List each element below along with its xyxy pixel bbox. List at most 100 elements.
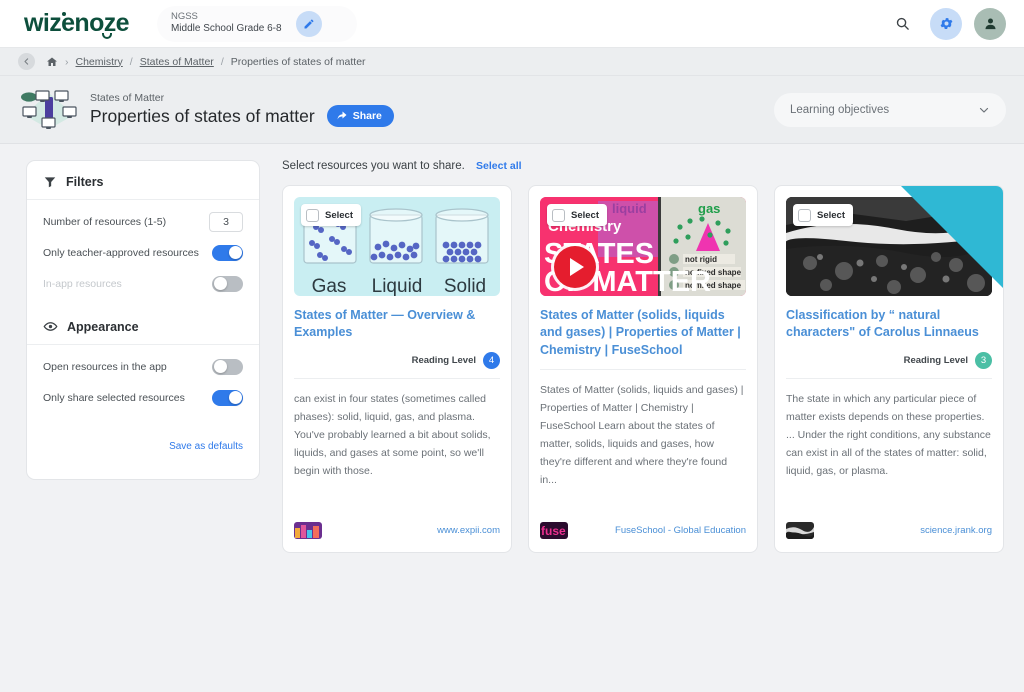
divider xyxy=(540,368,746,370)
edit-curriculum-button[interactable] xyxy=(295,10,322,37)
filter-number-label: Number of resources (1-5) xyxy=(43,215,167,228)
select-label: Select xyxy=(325,209,353,221)
home-icon[interactable] xyxy=(46,56,58,68)
share-button-label: Share xyxy=(352,110,382,122)
card-footer: science.jrank.org xyxy=(786,508,992,539)
appearance-open-in-app: Open resources in the app xyxy=(43,351,243,382)
breadcrumb-item-states-of-matter[interactable]: States of Matter xyxy=(140,56,214,68)
curriculum-level: Middle School Grade 6-8 xyxy=(170,23,282,35)
topbar-actions xyxy=(886,7,1006,40)
title-band: States of Matter Properties of states of… xyxy=(0,76,1024,144)
divider xyxy=(27,344,259,345)
card-title[interactable]: States of Matter — Overview & Examples xyxy=(294,307,500,342)
svg-text:not rigid: not rigid xyxy=(685,255,717,264)
eye-icon xyxy=(43,322,58,331)
card-footer: www.expii.com xyxy=(294,508,500,539)
back-arrow-icon xyxy=(24,58,29,65)
reading-level-badge: 4 xyxy=(483,351,500,369)
breadcrumb-item-chemistry[interactable]: Chemistry xyxy=(76,56,123,68)
results-heading: Select resources you want to share. Sele… xyxy=(282,160,1006,172)
filters-title: Filters xyxy=(66,175,104,189)
divider xyxy=(27,199,259,200)
reading-level-label: Reading Level xyxy=(903,354,968,366)
select-label: Select xyxy=(817,209,845,221)
teacher-approved-toggle[interactable] xyxy=(212,244,243,261)
source-url[interactable]: FuseSchool - Global Education xyxy=(615,525,746,536)
page-title: Properties of states of matter xyxy=(90,105,315,126)
select-resource-checkbox[interactable]: Select xyxy=(301,204,361,226)
svg-text:gas: gas xyxy=(698,201,720,216)
select-all-link[interactable]: Select all xyxy=(476,160,522,172)
only-selected-label: Only share selected resources xyxy=(43,391,185,404)
search-icon xyxy=(896,17,909,30)
toggle-knob xyxy=(228,246,242,259)
funnel-icon xyxy=(44,177,56,188)
source-url[interactable]: www.expii.com xyxy=(437,525,500,536)
filter-teacher-approved: Only teacher-approved resources xyxy=(43,237,243,268)
svg-text:liquid: liquid xyxy=(612,201,647,216)
card-description: States of Matter (solids, liquids and ga… xyxy=(540,383,744,486)
card-description: can exist in four states (sometimes call… xyxy=(294,392,491,477)
select-resource-checkbox[interactable]: Select xyxy=(547,204,607,226)
resource-card-fuseschool-video[interactable]: liquid gas not rigid no fixed shape no f… xyxy=(528,185,758,553)
share-button[interactable]: Share xyxy=(326,105,394,127)
number-of-resources-input[interactable]: 3 xyxy=(209,211,243,232)
svg-text:fuse: fuse xyxy=(541,524,566,538)
reading-level-label: Reading Level xyxy=(411,354,476,366)
curriculum-text: NGSS Middle School Grade 6-8 xyxy=(171,11,282,35)
filter-teacher-approved-label: Only teacher-approved resources xyxy=(43,246,199,259)
brand-logo[interactable]: wizenoze xyxy=(24,11,130,39)
resource-card-states-of-matter-overview[interactable]: Gas Liquid Solid Select States of Matter… xyxy=(282,185,512,553)
appearance-title: Appearance xyxy=(67,319,139,334)
play-button[interactable] xyxy=(554,246,596,288)
title-supertitle: States of Matter xyxy=(90,92,165,104)
open-in-app-toggle[interactable] xyxy=(212,358,243,375)
reading-level-row: Reading Level 3 xyxy=(786,351,992,379)
title-row: Properties of states of matter Share xyxy=(90,105,394,127)
appearance-only-selected: Only share selected resources xyxy=(43,382,243,413)
top-bar: wizenoze NGSS Middle School Grade 6-8 xyxy=(0,0,1024,48)
search-button[interactable] xyxy=(886,7,918,40)
filter-in-app-label: In-app resources xyxy=(43,277,122,290)
logo-dot xyxy=(62,12,66,16)
card-thumbnail[interactable]: Gas Liquid Solid Select xyxy=(294,197,500,296)
network-topic-icon xyxy=(18,87,80,133)
results-section: Select resources you want to share. Sele… xyxy=(282,160,1006,553)
settings-button[interactable] xyxy=(930,7,962,40)
source-favicon xyxy=(786,522,814,539)
select-resource-checkbox[interactable]: Select xyxy=(793,204,853,226)
results-heading-text: Select resources you want to share. xyxy=(282,160,465,172)
card-thumbnail[interactable]: Select xyxy=(786,197,992,296)
card-title[interactable]: Classification by “ natural characters" … xyxy=(786,307,992,342)
checkbox-box xyxy=(306,208,319,222)
title-column: States of Matter Properties of states of… xyxy=(90,92,394,127)
card-thumbnail[interactable]: liquid gas not rigid no fixed shape no f… xyxy=(540,197,746,296)
save-as-defaults-link[interactable]: Save as defaults xyxy=(43,441,243,452)
user-icon xyxy=(985,18,995,30)
account-button[interactable] xyxy=(974,7,1006,40)
open-in-app-label: Open resources in the app xyxy=(43,360,167,373)
source-url[interactable]: science.jrank.org xyxy=(920,525,992,536)
toggle-knob xyxy=(213,360,227,373)
thumb-label-gas: Gas xyxy=(311,276,347,296)
filter-number-of-resources: Number of resources (1-5) 3 xyxy=(43,206,243,237)
resource-card-linnaeus-classification[interactable]: Select Classification by “ natural chara… xyxy=(774,185,1004,553)
breadcrumb-separator: / xyxy=(220,55,224,68)
source-favicon xyxy=(294,522,322,539)
curriculum-selector[interactable]: NGSS Middle School Grade 6-8 xyxy=(156,5,357,42)
curriculum-standard: NGSS xyxy=(170,11,198,23)
resource-card-list: Gas Liquid Solid Select States of Matter… xyxy=(282,185,1006,553)
back-button[interactable] xyxy=(18,53,35,70)
learning-objectives-select[interactable]: Learning objectives xyxy=(774,92,1006,127)
breadcrumb-separator: / xyxy=(129,55,133,68)
card-title[interactable]: States of Matter (solids, liquids and ga… xyxy=(540,307,746,359)
gear-icon xyxy=(940,18,952,29)
card-description: The state in which any particular piece … xyxy=(786,392,991,477)
select-label: Select xyxy=(571,209,599,221)
appearance-header: Appearance xyxy=(43,319,243,334)
in-app-resources-toggle[interactable] xyxy=(212,275,243,292)
pencil-icon xyxy=(304,18,314,28)
breadcrumb-item-current: Properties of states of matter xyxy=(230,55,366,68)
checkbox-box xyxy=(552,208,565,222)
only-share-selected-toggle[interactable] xyxy=(212,389,243,406)
